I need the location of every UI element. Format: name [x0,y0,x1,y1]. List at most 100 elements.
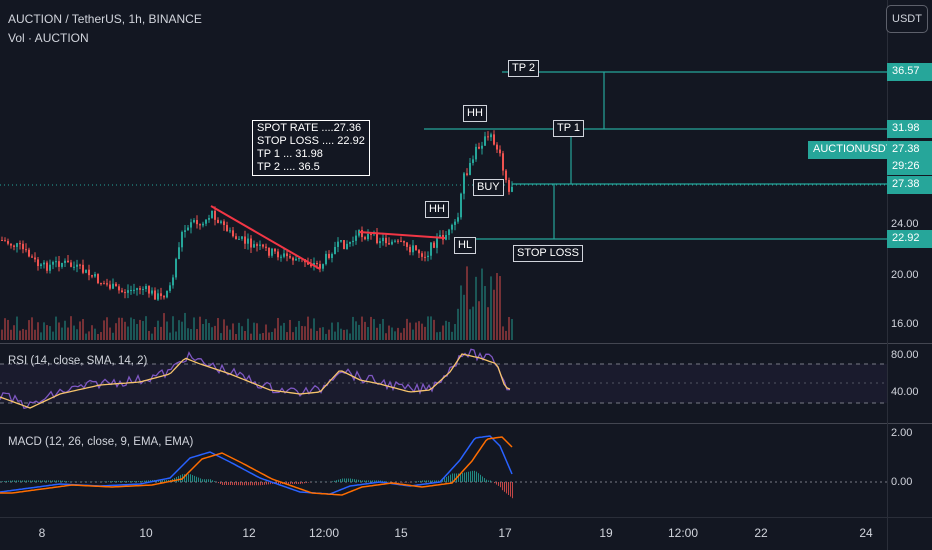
macd-histogram-bar [206,479,207,482]
candle-body [394,240,396,242]
countdown-tag: 29:26 [887,158,932,175]
time-label: 15 [394,526,408,540]
volume-bar [166,321,168,340]
macd-histogram-bar [136,481,137,482]
macd-histogram-bar [304,482,305,484]
candle-body [382,237,384,242]
volume-bar [133,319,135,340]
volume-bar [469,309,471,340]
volume-bar [460,285,462,340]
volume-bar [196,329,198,340]
macd-histogram-bar [290,482,291,484]
macd-histogram-bar [68,481,69,482]
candle-body [205,219,207,224]
candle-body [43,262,45,265]
macd-histogram-bar [426,480,427,482]
candle-body [58,261,60,267]
volume-bar [400,332,402,340]
chart-canvas[interactable] [0,0,932,550]
volume-bar [31,317,33,340]
macd-histogram-bar [108,481,109,482]
time-label: 12 [242,526,256,540]
volume-bar [85,333,87,340]
macd-histogram-bar [350,478,351,482]
volume-bar [253,322,255,340]
volume-bar [163,313,165,340]
macd-histogram-bar [210,479,211,482]
volume-bar [478,301,480,340]
candle-body [7,241,9,244]
currency-button[interactable]: USDT [886,5,928,33]
last-price-tag: 27.38 [887,141,932,159]
macd-histogram-bar [60,480,61,482]
volume-bar [100,332,102,340]
volume-bar [199,316,201,340]
volume-bar [487,307,489,340]
macd-legend[interactable]: MACD (12, 26, close, 9, EMA, EMA) [8,436,193,448]
macd-histogram-bar [476,471,477,482]
candle-body [16,243,18,247]
candle-body [370,233,372,235]
macd-histogram-bar [134,481,135,482]
volume-bar [463,294,465,340]
candle-body [400,240,402,242]
volume-bar [271,331,273,340]
volume-bar [112,332,114,340]
macd-histogram-bar [258,482,259,486]
macd-histogram-bar [62,480,63,482]
hl-label: HL [454,237,477,254]
candle-body [283,253,285,257]
volume-bar [490,276,492,340]
candle-body [478,146,480,149]
candle-body [274,248,276,252]
volume-bar [169,332,171,340]
volume-bar [361,316,363,340]
candle-body [187,227,189,231]
volume-bar [124,321,126,340]
volume-bar [28,320,30,340]
macd-histogram-bar [20,480,21,482]
macd-histogram-bar [64,480,65,482]
volume-bar [181,321,183,340]
candle-body [211,210,213,218]
symbol-title[interactable]: AUCTION / TetherUS, 1h, BINANCE [8,12,202,26]
candle-body [409,246,411,253]
macd-histogram-bar [494,482,495,484]
volume-bar [370,316,372,340]
macd-histogram-bar [188,474,189,482]
candle-body [361,230,363,238]
volume-bar [247,318,249,340]
candle-body [136,288,138,290]
macd-histogram-bar [450,474,451,482]
volume-bar [313,318,315,340]
rsi-tick-80: 80.00 [891,349,919,361]
macd-histogram-bar [482,476,483,482]
macd-histogram-bar [296,482,297,484]
volume-legend[interactable]: Vol · AUCTION [8,31,89,45]
volume-bar [91,325,93,340]
volume-bar [415,322,417,340]
candle-body [127,290,129,293]
macd-histogram-bar [498,482,499,486]
volume-bar [352,316,354,340]
volume-bar [43,322,45,340]
candle-body [163,296,165,298]
volume-bar [88,331,90,340]
candle-body [325,253,327,265]
volume-bar [382,318,384,340]
candle-body [346,243,348,250]
volume-bars [1,266,513,340]
volume-bar [79,321,81,340]
volume-bar [466,266,468,340]
rsi-legend[interactable]: RSI (14, close, SMA, 14, 2) [8,355,147,367]
macd-histogram-bar [222,482,223,485]
volume-bar [289,319,291,340]
candle-body [343,240,345,250]
candle-body [484,136,486,146]
macd-histogram-bar [118,481,119,482]
macd-histogram-bar [342,478,343,482]
candle-body [148,286,150,294]
volume-bar [421,323,423,340]
volume-bar [55,316,57,340]
candle-body [505,170,507,181]
